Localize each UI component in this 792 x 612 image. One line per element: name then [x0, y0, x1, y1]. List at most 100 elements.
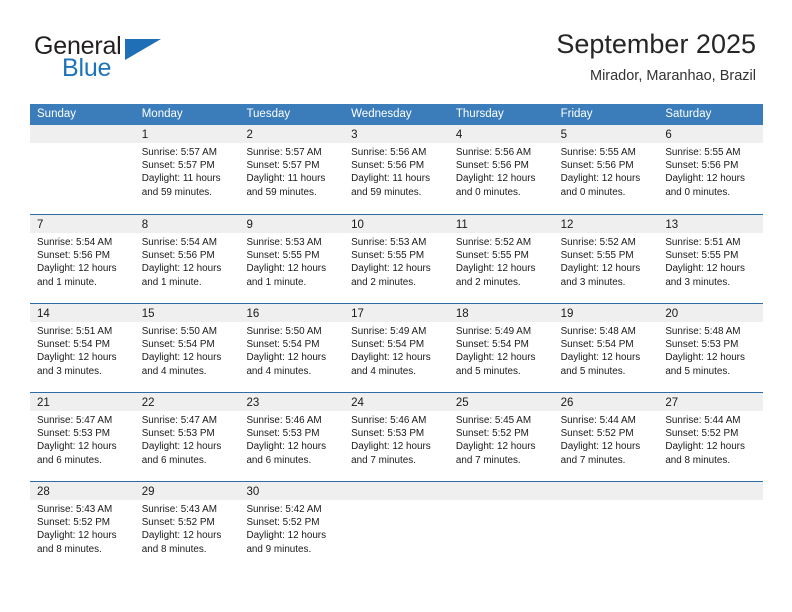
day-number: 12	[560, 219, 574, 231]
calendar-day-cell[interactable]: 7 Sunrise: 5:54 AM Sunset: 5:56 PM Daylight…	[30, 215, 135, 303]
day-info-line: Sunset: 5:55 PM	[665, 250, 739, 262]
day-info-line: Daylight: 12 hours	[665, 352, 745, 364]
day-info-line: and 3 minutes.	[665, 276, 731, 288]
day-info-line: Sunset: 5:53 PM	[37, 428, 111, 440]
calendar-day-cell[interactable]: 18 Sunrise: 5:49 AM Sunset: 5:54 PM Dayligh…	[448, 304, 554, 392]
day-info-line: Sunset: 5:55 PM	[455, 250, 529, 262]
day-info-line: Sunrise: 5:42 AM	[246, 504, 322, 515]
day-info-line: and 7 minutes.	[455, 454, 521, 466]
day-info-line: and 0 minutes.	[665, 186, 731, 198]
calendar-day-cell[interactable]: 19 Sunrise: 5:48 AM Sunset: 5:54 PM Dayligh…	[553, 304, 659, 392]
day-sun-info	[554, 500, 659, 503]
day-info-line: Sunrise: 5:47 AM	[37, 415, 113, 426]
general-blue-logo[interactable]: General Blue	[34, 34, 264, 90]
day-info-line: Sunrise: 5:53 AM	[246, 237, 322, 248]
day-number: 20	[665, 308, 679, 320]
day-number: 9	[246, 219, 253, 231]
day-number: 4	[455, 129, 463, 141]
calendar-day-cell[interactable]: 6 Sunrise: 5:55 AM Sunset: 5:56 PM Daylight…	[658, 125, 764, 214]
calendar-day-cell[interactable]: 2 Sunrise: 5:57 AM Sunset: 5:57 PM Daylight…	[239, 125, 345, 214]
day-number-strip: 21	[30, 393, 135, 411]
day-info-line: Daylight: 12 hours	[560, 352, 641, 364]
day-info-line: Daylight: 12 hours	[37, 263, 117, 275]
calendar-day-cell[interactable]: 15 Sunrise: 5:50 AM Sunset: 5:54 PM Dayligh…	[134, 304, 240, 392]
day-number: 14	[37, 308, 50, 320]
day-info-line: Sunset: 5:53 PM	[665, 339, 739, 351]
day-number: 25	[455, 397, 469, 409]
calendar-day-cell[interactable]: 17 Sunrise: 5:49 AM Sunset: 5:54 PM Dayligh…	[344, 304, 449, 392]
day-info-line: Daylight: 12 hours	[246, 530, 327, 542]
day-info-line: Sunset: 5:54 PM	[455, 339, 529, 351]
day-info-line: and 0 minutes.	[455, 186, 521, 198]
day-number-strip: 4	[448, 125, 554, 143]
calendar-day-cell[interactable]: 26 Sunrise: 5:44 AM Sunset: 5:52 PM Dayligh…	[553, 393, 659, 481]
day-info-line: Sunrise: 5:54 AM	[37, 237, 113, 248]
calendar-page: General Blue September 2025 Mirador, Mar…	[0, 0, 792, 612]
day-number: 23	[246, 397, 260, 409]
calendar-day-cell[interactable]: 12 Sunrise: 5:52 AM Sunset: 5:55 PM Dayligh…	[553, 215, 659, 303]
calendar-day-cell[interactable]: 1 Sunrise: 5:57 AM Sunset: 5:57 PM Daylight…	[134, 125, 240, 214]
day-sun-info: Sunrise: 5:51 AM Sunset: 5:55 PM Daylight:…	[658, 233, 763, 289]
calendar-day-cell[interactable]: 28 Sunrise: 5:43 AM Sunset: 5:52 PM Dayligh…	[30, 482, 135, 570]
calendar-day-cell[interactable]: 3 Sunrise: 5:56 AM Sunset: 5:56 PM Daylight…	[344, 125, 449, 214]
day-number: 30	[246, 486, 260, 498]
day-sun-info: Sunrise: 5:50 AM Sunset: 5:54 PM Daylight:…	[239, 322, 344, 378]
day-info-line: Sunrise: 5:51 AM	[665, 237, 741, 248]
day-info-line: Daylight: 12 hours	[455, 173, 536, 185]
day-number-strip: 15	[134, 304, 240, 322]
day-info-line: Sunrise: 5:53 AM	[351, 237, 427, 248]
day-info-line: Sunrise: 5:46 AM	[246, 415, 322, 426]
day-info-line: and 4 minutes.	[246, 365, 312, 377]
day-info-line: Sunrise: 5:49 AM	[351, 326, 427, 337]
calendar-week-row: 1 Sunrise: 5:57 AM Sunset: 5:57 PM Daylight…	[30, 125, 764, 214]
day-sun-info: Sunrise: 5:57 AM Sunset: 5:57 PM Daylight:…	[239, 143, 344, 199]
day-sun-info: Sunrise: 5:55 AM Sunset: 5:56 PM Daylight:…	[554, 143, 659, 199]
day-info-line: and 5 minutes.	[455, 365, 521, 377]
day-number-strip: 18	[448, 304, 554, 322]
day-info-line: Sunrise: 5:50 AM	[246, 326, 322, 337]
calendar-day-cell[interactable]: 25 Sunrise: 5:45 AM Sunset: 5:52 PM Dayligh…	[448, 393, 554, 481]
triangle-flag-icon	[125, 39, 161, 60]
calendar-day-cell[interactable]: 16 Sunrise: 5:50 AM Sunset: 5:54 PM Dayligh…	[239, 304, 345, 392]
day-info-line: Sunset: 5:52 PM	[37, 517, 111, 529]
calendar-day-cell[interactable]: 22 Sunrise: 5:47 AM Sunset: 5:53 PM Dayligh…	[134, 393, 240, 481]
day-info-line: and 7 minutes.	[560, 454, 626, 466]
calendar-day-cell[interactable]: 20 Sunrise: 5:48 AM Sunset: 5:53 PM Dayligh…	[658, 304, 764, 392]
day-sun-info: Sunrise: 5:49 AM Sunset: 5:54 PM Daylight:…	[449, 322, 554, 378]
calendar-day-cell[interactable]: 11 Sunrise: 5:52 AM Sunset: 5:55 PM Dayligh…	[448, 215, 554, 303]
day-number: 17	[351, 308, 364, 320]
day-number-strip	[658, 482, 764, 500]
day-number-strip: 7	[30, 215, 135, 233]
calendar-day-cell[interactable]: 27 Sunrise: 5:44 AM Sunset: 5:52 PM Dayligh…	[658, 393, 764, 481]
day-info-line: Sunrise: 5:51 AM	[37, 326, 113, 337]
calendar-day-cell[interactable]: 10 Sunrise: 5:53 AM Sunset: 5:55 PM Dayligh…	[344, 215, 449, 303]
calendar-day-cell[interactable]: 14 Sunrise: 5:51 AM Sunset: 5:54 PM Dayligh…	[30, 304, 135, 392]
day-info-line: and 4 minutes.	[351, 365, 416, 377]
calendar-day-cell[interactable]: 24 Sunrise: 5:46 AM Sunset: 5:53 PM Dayligh…	[344, 393, 449, 481]
day-number-strip: 30	[239, 482, 345, 500]
day-number-strip: 1	[134, 125, 240, 143]
day-info-line: Daylight: 12 hours	[665, 441, 745, 453]
calendar-day-cell[interactable]: 4 Sunrise: 5:56 AM Sunset: 5:56 PM Daylight…	[448, 125, 554, 214]
day-info-line: and 9 minutes.	[246, 543, 312, 555]
calendar-day-cell[interactable]: 8 Sunrise: 5:54 AM Sunset: 5:56 PM Daylight…	[134, 215, 240, 303]
calendar-day-cell[interactable]: 21 Sunrise: 5:47 AM Sunset: 5:53 PM Dayligh…	[30, 393, 135, 481]
day-info-line: Sunset: 5:56 PM	[351, 160, 425, 172]
calendar-day-cell[interactable]: 13 Sunrise: 5:51 AM Sunset: 5:55 PM Dayligh…	[658, 215, 764, 303]
day-sun-info: Sunrise: 5:54 AM Sunset: 5:56 PM Daylight:…	[30, 233, 135, 289]
calendar-day-cell[interactable]: 5 Sunrise: 5:55 AM Sunset: 5:56 PM Daylight…	[553, 125, 659, 214]
page-header: General Blue September 2025 Mirador, Mar…	[0, 0, 792, 100]
weekday-header-row: Sunday Monday Tuesday Wednesday Thursday…	[30, 104, 763, 125]
day-info-line: Daylight: 12 hours	[560, 263, 641, 275]
calendar-day-cell[interactable]: 29 Sunrise: 5:43 AM Sunset: 5:52 PM Dayligh…	[134, 482, 240, 570]
calendar-day-cell[interactable]: 9 Sunrise: 5:53 AM Sunset: 5:55 PM Daylight…	[239, 215, 345, 303]
calendar-day-cell[interactable]: 30 Sunrise: 5:42 AM Sunset: 5:52 PM Dayligh…	[239, 482, 345, 570]
day-number-strip: 22	[134, 393, 240, 411]
day-sun-info	[449, 500, 554, 503]
day-info-line: Daylight: 12 hours	[246, 352, 327, 364]
calendar-day-cell-empty	[658, 482, 764, 570]
day-info-line: Sunset: 5:54 PM	[560, 339, 634, 351]
day-number-strip: 9	[239, 215, 345, 233]
calendar-day-cell[interactable]: 23 Sunrise: 5:46 AM Sunset: 5:53 PM Dayligh…	[239, 393, 345, 481]
day-sun-info: Sunrise: 5:49 AM Sunset: 5:54 PM Daylight:…	[344, 322, 449, 378]
